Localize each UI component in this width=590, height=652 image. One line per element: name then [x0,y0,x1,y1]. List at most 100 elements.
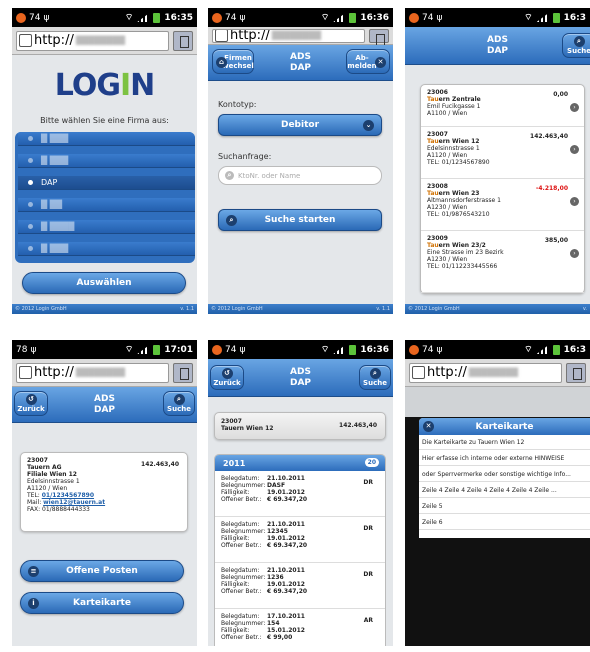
search-button[interactable]: ⌕ Suche [163,391,195,416]
bookmark-icon[interactable] [173,30,193,51]
customer-name-rest: ern Wien 23/2 [438,242,486,249]
select-button[interactable]: Auswählen [22,272,186,294]
field-label: Fälligkeit: [221,535,250,542]
search-button-label: Suche [363,379,387,387]
company-item[interactable]: █ ███ [18,132,195,146]
wifi-icon: ⌔ [524,13,533,23]
bookmark-icon[interactable] [369,28,389,46]
file-card-button[interactable]: i Karteikarte [20,592,184,614]
customer-list-item[interactable]: 23006 Tauern Zentrale Emil Fucikgasse 1 A11… [421,85,584,127]
screen-open-items: 74 ψ ⌔ 16:36 ↺ Zurück ADS DAP ⌕ Suche 23007 T… [208,340,393,646]
customer-street: Emil Fucikgasse 1 [427,103,481,110]
customer-street: Altmannsdorferstrasse 1 [427,197,501,204]
field-label: Offener Betr.: [221,588,262,595]
back-button[interactable]: ↺ Zurück [210,365,244,390]
search-highlight: Tau [427,242,439,249]
field-value: 19.01.2012 [267,535,305,542]
url-field[interactable]: http://████████ [409,362,562,383]
chevron-down-icon: ⌄ [363,120,374,131]
open-items-button[interactable]: ≡ Offene Posten [20,560,184,582]
radio-dot [28,136,33,141]
dialog-header: ✕ Karteikarte [419,418,590,435]
title-line1: ADS [487,34,508,45]
document-type: DR [363,571,373,578]
clock: 16:35 [164,12,193,23]
usb-icon: ψ [43,12,50,23]
search-button-label: Suche [567,47,590,55]
customer-mail-row: Mail: wien12@tauern.at [27,499,181,506]
wifi-icon: ⌔ [320,13,330,23]
title-line1: ADS [290,366,311,377]
file-card-line: Zeile 5 [419,499,590,514]
open-item-field: Offener Betr.: € 69.347,20 [221,542,379,549]
search-input[interactable]: ⌕ KtoNr. oder Name [218,166,382,185]
url-field[interactable]: http://████████ [16,362,169,383]
company-item[interactable]: █ ████ [18,220,195,234]
company-item[interactable]: █ ██ [18,198,195,212]
logout-button[interactable]: Ab-melden ✕ [346,49,390,74]
blurred-host: ████████ [468,368,519,377]
search-icon: ⌕ [173,394,185,405]
field-value: 21.10.2011 [267,567,305,574]
company-item[interactable]: █ ███ [18,242,195,256]
blurred-host: ████████ [75,368,126,377]
customer-list-item[interactable]: 23009 Tauern Wien 23/2 Eine Strasse im 23 … [421,231,584,293]
search-button[interactable]: ⌕ Suche [562,33,590,58]
search-button-label: Suche [167,405,191,413]
field-value: € 99,00 [267,634,293,641]
customer-list-item[interactable]: 23008 Tauern Wien 23 Altmannsdorferstrasse… [421,179,584,231]
customer-phone: TEL: 01/112233445566 [427,263,498,270]
url-field[interactable]: http://████████ [16,30,169,51]
field-label: Fälligkeit: [221,489,250,496]
customer-city: A1230 / Wien [427,204,468,211]
back-button[interactable]: ↺ Zurück [14,391,48,416]
footer-copyright: © 2012 Login GmbH [408,306,460,312]
year-header[interactable]: 2011 20 [215,455,385,471]
status-text: 74 [422,344,434,355]
switch-company-button[interactable]: ⌂ Firmen wechsel [212,49,254,74]
start-search-button[interactable]: ⌕ Suche starten [218,209,382,231]
open-item-field: Offener Betr.: € 69.347,20 [221,496,379,503]
open-item-row[interactable]: Belegdatum: 17.10.2011 Belegnummer: 154 Fäll… [215,609,385,646]
battery-icon [349,344,357,355]
browser-url-bar: http://████████ [12,27,197,55]
open-item-field: Belegdatum: 17.10.2011 [221,613,379,620]
file-card-line: Hier erfasse ich interne oder externe HI… [419,451,590,466]
customer-city: A1120 / Wien [427,152,468,159]
back-icon: ↺ [221,368,233,379]
logout-label: Ab-melden [347,53,377,70]
search-button[interactable]: ⌕ Suche [359,365,391,390]
customer-street: Edelsinnstrasse 1 [27,478,80,485]
kontotyp-value: Debitor [280,120,320,130]
open-item-field: Fälligkeit: 19.01.2012 [221,489,379,496]
url-field[interactable]: http://████████ [212,28,365,43]
customer-list-item[interactable]: 23007 Tauern Wien 12 Edelsinnstrasse 1 A112… [421,127,584,179]
url-text: http:// [34,365,74,380]
close-icon[interactable]: ✕ [423,421,434,432]
clock: 16:36 [360,344,389,355]
company-name: DAP [41,178,58,187]
company-item[interactable]: █ ███ [18,154,195,168]
phone-link[interactable]: 01/1234567890 [42,492,94,499]
search-label: Suchanfrage: [218,152,272,161]
mail-link[interactable]: wien12@tauern.at [43,499,105,506]
company-item-selected[interactable]: DAP [18,176,195,190]
kontotyp-select[interactable]: Debitor ⌄ [218,114,382,136]
browser-url-bar: http://████████ [208,27,393,46]
field-value: € 69.347,20 [267,542,308,549]
globe-icon [412,366,425,379]
bookmark-icon[interactable] [566,362,586,383]
mail-label: Mail: [27,499,44,506]
browser-url-bar: http://████████ [405,359,590,387]
bookmark-icon[interactable] [173,362,193,383]
field-value: 1236 [267,574,284,581]
status-bar: 74 ψ ⌔ 16:3 [405,8,590,27]
open-item-row[interactable]: Belegdatum: 21.10.2011 Belegnummer: DASF Fäl… [215,471,385,517]
open-item-row[interactable]: Belegdatum: 21.10.2011 Belegnummer: 1236 Fäl… [215,563,385,609]
footer-version: v. 1.1 [376,306,390,312]
back-label: Zurück [213,379,241,387]
company-list: █ ███ █ ███ DAP █ ██ █ ████ █ ███ [15,132,195,263]
open-item-row[interactable]: Belegdatum: 21.10.2011 Belegnummer: 12345 Fä… [215,517,385,563]
customer-street: Edelsinnstrasse 1 [427,145,480,152]
screen-company-select: 74 ψ ⌔ 16:35 http://████████ LOGIN Bitte w… [12,8,197,314]
